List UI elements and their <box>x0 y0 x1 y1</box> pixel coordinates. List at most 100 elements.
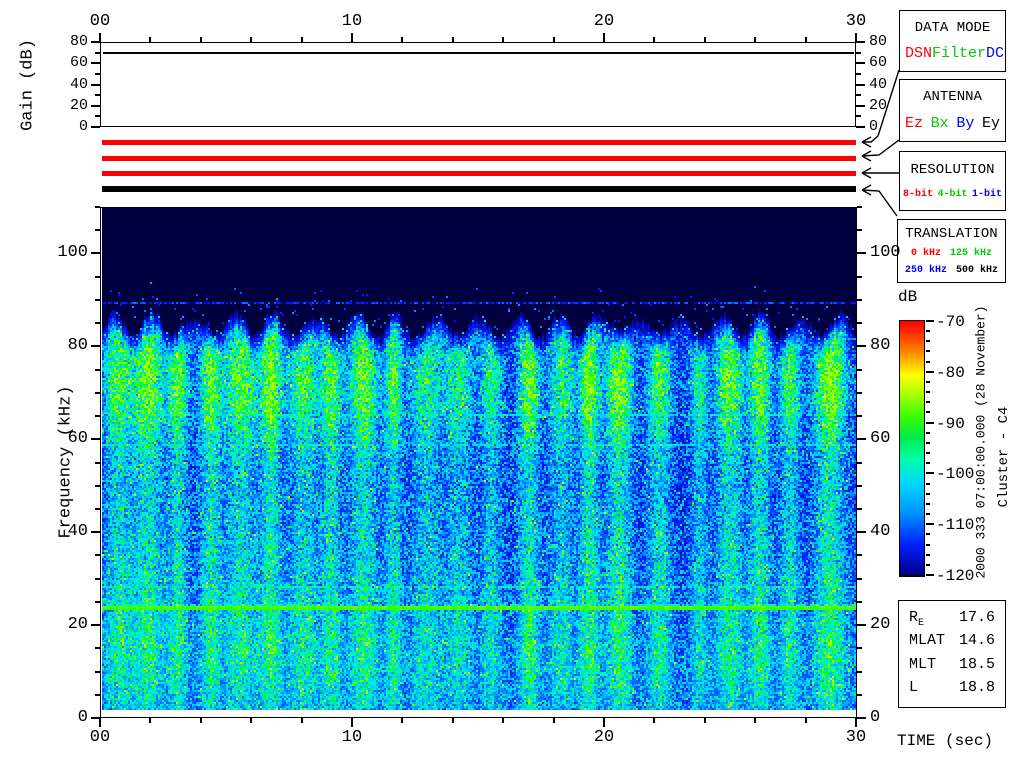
axis-tick <box>250 718 253 723</box>
tick-label: 40 <box>69 75 88 93</box>
axis-tick <box>857 624 866 627</box>
tick-label: -100 <box>936 465 975 484</box>
tick-label: -80 <box>936 363 965 382</box>
axis-tick <box>926 563 930 566</box>
data-mode-values: DSN Filter DC <box>900 45 1005 62</box>
axis-tick <box>91 438 100 441</box>
axis-tick <box>91 126 100 128</box>
axis-tick <box>91 62 100 65</box>
gain-plot-box <box>100 42 856 127</box>
axis-tick <box>926 523 934 526</box>
axis-tick <box>300 718 303 723</box>
gain-axis-title: Gain (dB) <box>18 39 38 131</box>
axis-tick <box>91 345 100 348</box>
axis-tick <box>199 718 202 723</box>
resolution-values: 8-bit 4-bit 1-bit <box>900 189 1005 200</box>
info-row-re: RE 17.6 <box>909 608 995 629</box>
axis-tick <box>91 717 100 719</box>
legend-value: 1-bit <box>971 188 1002 200</box>
tick-label: 30 <box>845 728 867 747</box>
axis-tick <box>804 718 807 723</box>
axis-tick <box>926 574 934 576</box>
axis-tick <box>856 83 865 86</box>
tick-label: 80 <box>869 33 888 50</box>
legend-value: 4-bit <box>937 188 968 200</box>
tick-label: -70 <box>936 313 965 331</box>
legend-value: By <box>956 114 975 132</box>
axis-tick <box>926 411 930 414</box>
l-value: 18.8 <box>958 679 995 697</box>
resolution-bar <box>102 171 856 176</box>
resolution-title: RESOLUTION <box>910 162 995 179</box>
tick-label: 0 <box>870 708 881 727</box>
axis-tick <box>856 51 861 54</box>
axis-tick <box>857 229 862 232</box>
tick-label: -90 <box>936 414 965 433</box>
tick-label: 10 <box>341 728 363 747</box>
tick-label: 80 <box>870 336 891 356</box>
axis-tick <box>855 33 857 42</box>
spacecraft-annotation: Cluster - C4 <box>996 406 1012 508</box>
colorbar-gradient <box>900 321 924 576</box>
axis-tick <box>926 452 930 455</box>
info-row-l: L 18.8 <box>909 679 995 699</box>
axis-tick <box>857 554 862 557</box>
axis-tick <box>703 718 706 723</box>
tick-label: 100 <box>57 243 88 263</box>
axis-tick <box>926 462 930 465</box>
axis-tick <box>926 441 930 444</box>
axis-tick <box>91 252 100 255</box>
axis-tick <box>857 415 862 418</box>
re-value: 17.6 <box>958 608 995 626</box>
tick-label: 60 <box>869 54 888 72</box>
frequency-axis-title: Frequency (kHz) <box>56 385 76 539</box>
data-mode-panel: DATA MODE DSN Filter DC <box>899 10 1006 72</box>
axis-tick <box>857 484 862 487</box>
axis-tick <box>857 531 866 534</box>
axis-tick <box>856 41 865 43</box>
axis-tick <box>856 126 865 128</box>
antenna-panel: ANTENNA Ez Bx By Ey <box>899 79 1006 142</box>
tick-label: 00 <box>89 728 111 747</box>
axis-tick <box>857 322 862 325</box>
tick-label: 20 <box>593 728 615 747</box>
data-mode-title: DATA MODE <box>914 20 991 36</box>
axis-tick <box>149 718 152 723</box>
axis-tick <box>754 718 757 723</box>
axis-tick <box>926 401 930 404</box>
tick-label: 10 <box>341 12 363 31</box>
axis-tick <box>856 115 861 118</box>
axis-tick <box>91 624 100 627</box>
mlt-value: 18.5 <box>958 655 995 673</box>
axis-tick <box>857 461 862 464</box>
axis-tick <box>857 507 862 510</box>
axis-tick <box>91 41 100 43</box>
legend-value: Filter <box>932 45 987 62</box>
tick-label: 20 <box>69 96 88 114</box>
axis-tick <box>926 421 934 424</box>
wbd-spectrogram-display: Gain (dB) Frequency (kHz) DATA MODE DSN F… <box>0 0 1024 768</box>
legend-value: 250 kHz <box>904 265 947 276</box>
legend-value: DC <box>986 45 1005 62</box>
axis-tick <box>552 718 555 723</box>
tick-label: -120 <box>936 567 975 585</box>
legend-value: 0 kHz <box>910 248 941 259</box>
axis-tick <box>451 718 454 723</box>
tick-label: 20 <box>593 12 615 31</box>
translation-values-row2: 250 kHz 500 kHz <box>898 265 1005 276</box>
axis-tick <box>351 33 353 42</box>
colorbar-title: dB <box>898 288 918 306</box>
datetime-annotation: 2000 333 07:00:00.000 (28 November) <box>973 305 989 579</box>
axis-tick <box>926 391 930 394</box>
axis-tick <box>502 718 505 723</box>
axis-tick <box>857 693 862 696</box>
legend-value: Bx <box>930 114 949 132</box>
info-row-mlat: MLAT 14.6 <box>909 632 995 652</box>
axis-tick <box>856 72 861 75</box>
legend-value: 125 kHz <box>950 248 993 259</box>
axis-tick <box>603 33 605 42</box>
axis-tick <box>603 718 605 727</box>
axis-tick <box>856 94 861 97</box>
axis-tick <box>351 718 353 727</box>
legend-value: DSN <box>905 45 933 62</box>
